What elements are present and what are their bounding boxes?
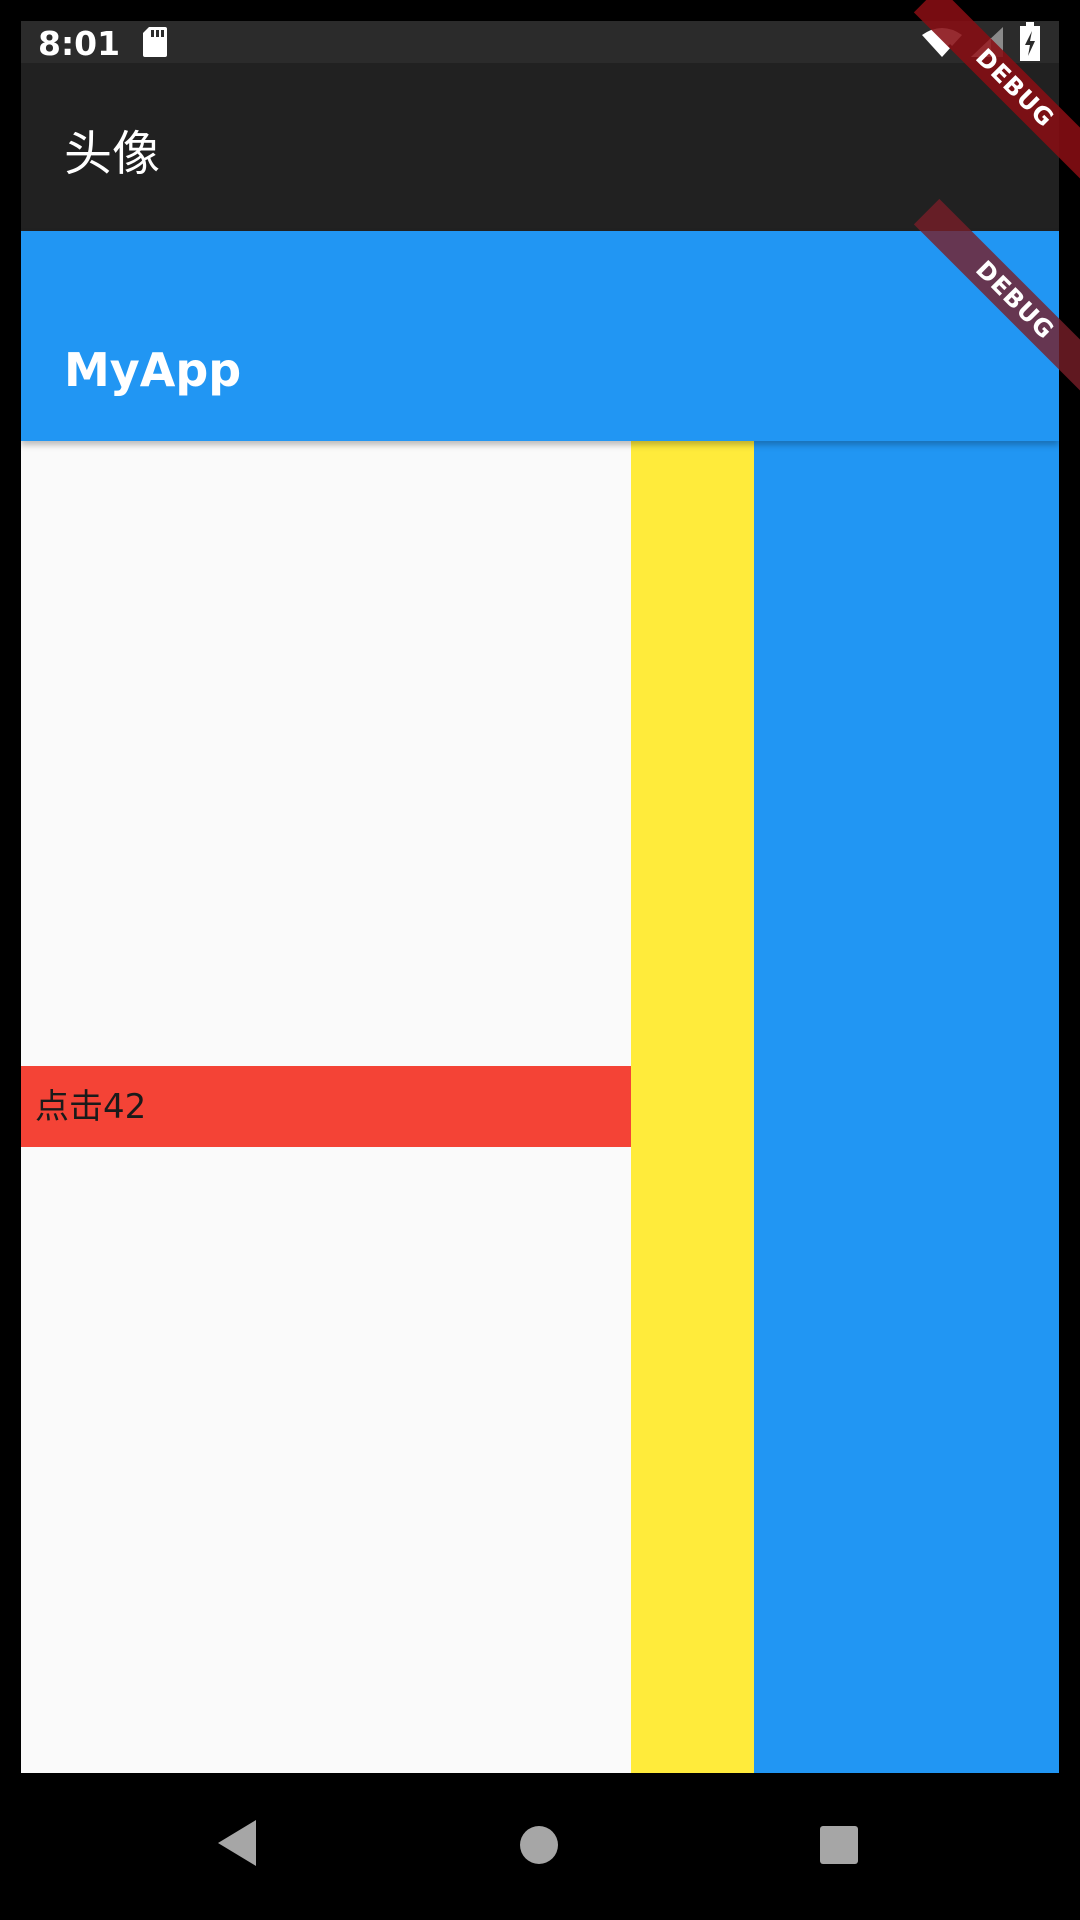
back-icon[interactable] xyxy=(216,1818,260,1868)
navigation-bar xyxy=(0,1773,1080,1920)
click-counter-label: 点击42 xyxy=(35,1087,147,1127)
phone-screen: 8:01 头像 MyApp 点击42 DEBUG DEBUG xyxy=(0,0,1080,1920)
myapp-title: MyApp xyxy=(64,343,242,397)
content-area: 点击42 xyxy=(21,441,1059,1773)
click-counter-button[interactable]: 点击42 xyxy=(21,1066,631,1147)
top-app-bar: 头像 xyxy=(21,63,1059,231)
left-panel: 点击42 xyxy=(21,441,631,1773)
status-bar: 8:01 xyxy=(21,21,1059,63)
blue-column xyxy=(754,441,1059,1773)
recents-icon[interactable] xyxy=(818,1824,860,1866)
battery-charging-icon xyxy=(1019,22,1041,62)
myapp-app-bar: MyApp xyxy=(21,231,1059,441)
yellow-column xyxy=(631,441,754,1773)
status-time: 8:01 xyxy=(38,24,121,63)
home-icon[interactable] xyxy=(518,1824,560,1866)
app-bar-title: 头像 xyxy=(64,126,161,182)
sd-card-icon xyxy=(141,25,169,59)
